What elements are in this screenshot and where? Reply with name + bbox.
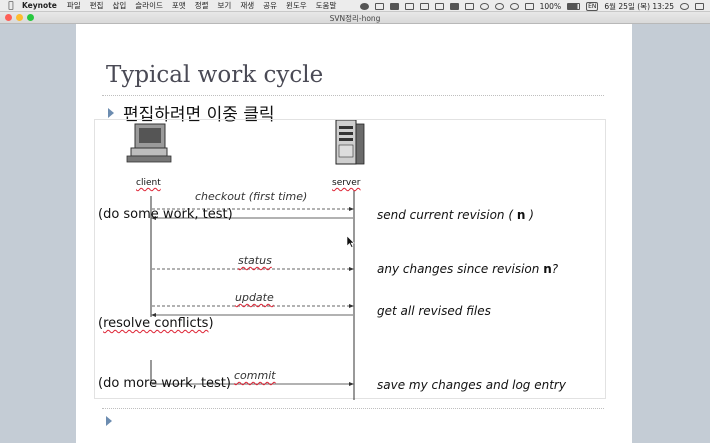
apple-icon[interactable]:  [0, 1, 22, 11]
resolve-conflicts-label: (resolve conflicts) [98, 316, 214, 331]
menu-share[interactable]: 공유 [263, 0, 277, 11]
diagram-lines [126, 120, 365, 400]
menu-insert[interactable]: 삽입 [112, 0, 126, 11]
battery-icon[interactable] [567, 2, 581, 10]
body-placeholder-border [102, 408, 604, 409]
menu-arrange[interactable]: 정렬 [195, 0, 209, 11]
menu-slide[interactable]: 슬라이드 [135, 0, 163, 11]
menu-bar:  Keynote 파일 편집 삽입 슬라이드 포맷 정렬 보기 재생 공유 윈… [0, 0, 710, 12]
window-title: SVN정리-hong [329, 14, 381, 23]
client-label: client [136, 178, 161, 188]
menu-format[interactable]: 포맷 [172, 0, 186, 11]
menu-edit[interactable]: 편집 [90, 0, 104, 11]
cloud-icon[interactable] [374, 2, 384, 10]
menu-help[interactable]: 도움말 [316, 0, 337, 11]
mouse-pointer-icon [347, 236, 355, 248]
volume-icon[interactable] [524, 2, 534, 10]
commit-message: commit [234, 369, 276, 382]
status-area: 100% EN 6월 25일 (목) 13:25 [359, 0, 704, 12]
save-changes-note: save my changes and log entry [377, 378, 566, 392]
send-revision-note: send current revision ( n ) [377, 208, 534, 222]
menu-window[interactable]: 윈도우 [286, 0, 307, 11]
slide-canvas[interactable]: Typical work cycle 편집하려면 이중 클릭 client se… [76, 24, 632, 443]
square-icon[interactable] [419, 2, 429, 10]
copy-icon[interactable] [404, 2, 414, 10]
do-work-label: (do some work, test) [98, 207, 233, 222]
clock-icon[interactable] [494, 2, 504, 10]
airplay-icon[interactable] [434, 2, 444, 10]
server-tower-icon [335, 120, 365, 165]
film-icon[interactable] [449, 2, 459, 10]
spotlight-icon[interactable] [680, 2, 689, 10]
battery-percent[interactable]: 100% [540, 2, 561, 11]
menu-play[interactable]: 재생 [240, 0, 254, 11]
menu-app-name[interactable]: Keynote [22, 1, 57, 10]
input-source[interactable]: EN [586, 1, 599, 11]
get-files-note: get all revised files [377, 304, 491, 318]
any-changes-note: any changes since revision n? [377, 262, 559, 276]
wifi-icon[interactable] [509, 2, 519, 10]
menu-view[interactable]: 보기 [218, 0, 232, 11]
status-message: status [238, 254, 272, 267]
update-message: update [235, 291, 274, 304]
menu-file[interactable]: 파일 [67, 0, 81, 11]
client-computer-icon [126, 123, 172, 163]
notification-center-icon[interactable] [695, 2, 704, 10]
sequence-diagram[interactable]: client server checkout (first time) send… [94, 119, 606, 400]
time-machine-icon[interactable] [479, 2, 489, 10]
dropbox-icon[interactable] [359, 2, 369, 10]
bullet-arrow-icon [106, 416, 112, 426]
bluetooth-icon[interactable] [464, 2, 474, 10]
window-titlebar: SVN정리-hong [0, 12, 710, 24]
bullet-arrow-icon [108, 108, 114, 118]
title-placeholder-border [102, 95, 604, 96]
server-label: server [332, 178, 361, 188]
date-time[interactable]: 6월 25일 (목) 13:25 [604, 1, 674, 12]
slide-title[interactable]: Typical work cycle [106, 62, 323, 88]
do-more-work-label: (do more work, test) [98, 376, 231, 391]
checkout-message: checkout (first time) [195, 190, 308, 203]
x-app-icon[interactable] [389, 2, 399, 10]
